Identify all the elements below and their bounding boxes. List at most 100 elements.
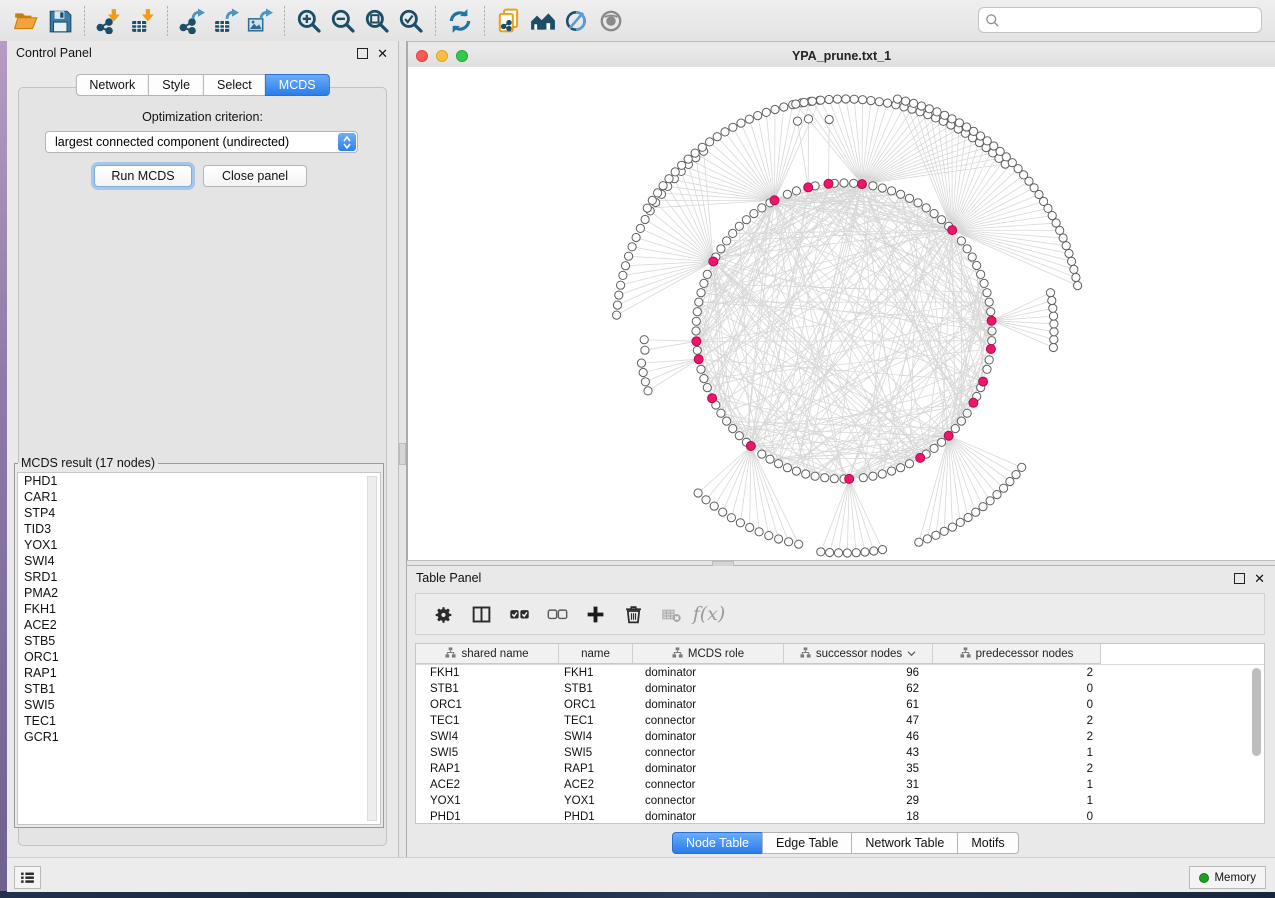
network-node[interactable] (963, 245, 971, 253)
network-node[interactable] (1072, 273, 1080, 281)
homes-icon[interactable] (526, 4, 560, 38)
network-node[interactable] (735, 222, 743, 230)
network-node[interactable] (986, 497, 994, 505)
mcds-result-item[interactable]: STP4 (18, 505, 380, 521)
network-node[interactable] (973, 261, 981, 269)
mcds-list-scrollbar[interactable] (367, 476, 377, 821)
network-node[interactable] (870, 547, 878, 555)
tab-style[interactable]: Style (148, 74, 204, 96)
save-icon[interactable] (43, 4, 77, 38)
mcds-result-item[interactable]: YOX1 (18, 537, 380, 553)
network-node[interactable] (925, 105, 933, 113)
mcds-result-item[interactable]: SRD1 (18, 569, 380, 585)
network-node[interactable] (1062, 242, 1070, 250)
network-node[interactable] (766, 455, 774, 463)
network-node[interactable] (717, 245, 725, 253)
network-node[interactable] (1049, 343, 1057, 351)
network-node[interactable] (792, 467, 800, 475)
network-node[interactable] (878, 184, 886, 192)
network-node[interactable] (951, 425, 959, 433)
network-node[interactable] (914, 199, 922, 207)
table-row[interactable]: ORC1ORC1dominator610 (416, 697, 1264, 713)
network-node[interactable] (721, 128, 729, 136)
network-node[interactable] (1012, 471, 1020, 479)
zoom-in-icon[interactable] (292, 4, 326, 38)
network-node[interactable] (641, 215, 649, 223)
mcds-hub-node[interactable] (692, 337, 701, 346)
network-node[interactable] (640, 336, 648, 344)
network-node[interactable] (867, 97, 875, 105)
network-node[interactable] (1050, 320, 1058, 328)
network-node[interactable] (987, 308, 995, 316)
network-node[interactable] (983, 365, 991, 373)
delete-column-icon[interactable] (614, 599, 652, 629)
column-header-predecessor-nodes[interactable]: predecessor nodes (933, 644, 1101, 664)
network-node[interactable] (729, 123, 737, 131)
network-node[interactable] (897, 190, 905, 198)
network-node[interactable] (985, 298, 993, 306)
network-node[interactable] (821, 474, 829, 482)
network-node[interactable] (639, 368, 647, 376)
column-header-name[interactable]: name (559, 644, 633, 664)
table-row[interactable]: PHD1PHD1dominator180 (416, 809, 1264, 824)
network-node[interactable] (802, 470, 810, 478)
network-node[interactable] (617, 281, 625, 289)
mcds-result-item[interactable]: ORC1 (18, 649, 380, 665)
mcds-hub-node[interactable] (986, 345, 995, 354)
mcds-hub-node[interactable] (987, 316, 996, 325)
network-node[interactable] (697, 365, 705, 373)
network-node[interactable] (902, 97, 910, 105)
network-node[interactable] (930, 444, 938, 452)
network-node[interactable] (621, 262, 629, 270)
network-node[interactable] (910, 99, 918, 107)
network-node[interactable] (1048, 296, 1056, 304)
network-node[interactable] (706, 138, 714, 146)
network-node[interactable] (746, 523, 754, 531)
network-node[interactable] (878, 546, 886, 554)
network-node[interactable] (771, 105, 779, 113)
network-node[interactable] (980, 279, 988, 287)
network-node[interactable] (968, 253, 976, 261)
network-node[interactable] (993, 491, 1001, 499)
network-node[interactable] (758, 450, 766, 458)
mcds-hub-node[interactable] (916, 453, 925, 462)
close-table-panel-icon[interactable]: ✕ (1254, 572, 1265, 585)
network-node[interactable] (795, 540, 803, 548)
network-node[interactable] (917, 102, 925, 110)
search-box[interactable] (978, 7, 1262, 33)
network-node[interactable] (613, 311, 621, 319)
network-node[interactable] (702, 496, 710, 504)
network-node[interactable] (783, 190, 791, 198)
mcds-result-item[interactable]: STB5 (18, 633, 380, 649)
network-node[interactable] (665, 175, 673, 183)
network-node[interactable] (861, 548, 869, 556)
zoom-selected-icon[interactable] (394, 4, 428, 38)
show-all-icon[interactable] (594, 4, 628, 38)
network-node[interactable] (804, 115, 812, 123)
network-node[interactable] (859, 96, 867, 104)
mcds-result-item[interactable]: PHD1 (18, 473, 380, 489)
network-node[interactable] (625, 252, 633, 260)
show-panels-button[interactable] (14, 866, 41, 889)
network-node[interactable] (703, 270, 711, 278)
table-row[interactable]: TEC1TEC1connector472 (416, 713, 1264, 729)
tab-node-table[interactable]: Node Table (672, 832, 763, 854)
network-node[interactable] (938, 216, 946, 224)
network-node[interactable] (729, 425, 737, 433)
network-node[interactable] (628, 243, 636, 251)
network-node[interactable] (955, 119, 963, 127)
network-node[interactable] (941, 111, 949, 119)
network-node[interactable] (684, 155, 692, 163)
mcds-hub-node[interactable] (709, 257, 718, 266)
network-node[interactable] (697, 289, 705, 297)
export-image-icon[interactable] (243, 4, 277, 38)
add-column-icon[interactable] (576, 599, 614, 629)
hide-selected-icon[interactable] (560, 4, 594, 38)
tab-network[interactable]: Network (75, 74, 149, 96)
column-header-shared-name[interactable]: shared name (416, 644, 559, 664)
network-node[interactable] (972, 508, 980, 516)
table-row[interactable]: SWI4SWI4dominator462 (416, 729, 1264, 745)
zoom-fit-icon[interactable] (360, 4, 394, 38)
network-node[interactable] (736, 519, 744, 527)
network-node[interactable] (659, 182, 667, 190)
